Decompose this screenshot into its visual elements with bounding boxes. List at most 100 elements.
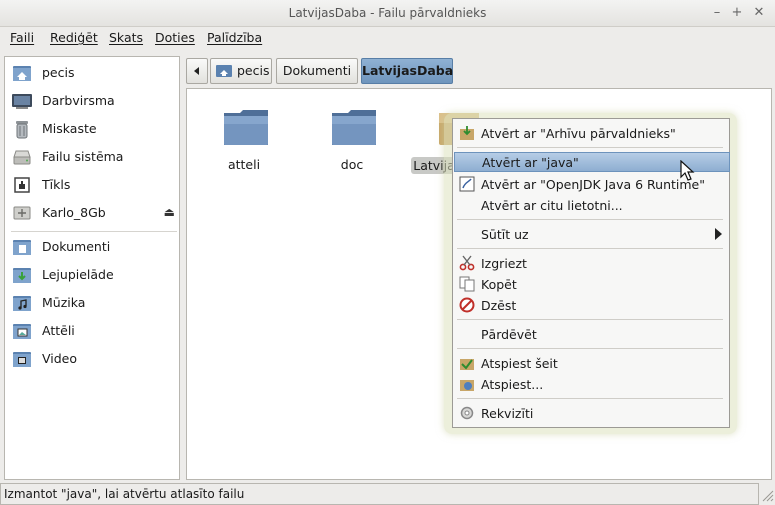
delete-icon [459,297,475,313]
path-segment-latvijasdaba[interactable]: LatvijasDaba [361,58,453,84]
menu-separator [457,348,723,349]
sidebar-item-pecis[interactable]: pecis [11,61,177,85]
menu-item-send-to[interactable]: Sūtīt uz [454,224,728,244]
menu-item-open-archive-manager[interactable]: Atvērt ar "Arhīvu pārvaldnieks" [454,123,728,143]
menu-item-cut[interactable]: Izgriezt [454,253,728,273]
menu-bar: Faili Rediģēt Skats Doties Palīdzība [0,27,775,49]
menu-faili[interactable]: Faili [10,30,34,45]
path-back-button[interactable] [186,58,208,84]
folder-item[interactable]: atteli [199,89,289,179]
close-icon[interactable]: ✕ [750,4,768,22]
sidebar-item-lejupielade[interactable]: Lejupielāde [11,263,177,287]
sidebar-item-darbvirsma[interactable]: Darbvirsma [11,89,177,113]
menu-item-label: Atvērt ar "java" [482,155,579,170]
menu-item-properties[interactable]: Rekvizīti [454,403,728,423]
path-segment-dokumenti[interactable]: Dokumenti [276,58,358,84]
properties-icon [460,406,474,420]
window-title: LatvijasDaba - Failu pārvaldnieks [288,6,487,20]
sidebar-item-video[interactable]: Video [11,347,177,371]
menu-item-label: Kopēt [481,277,517,292]
java-runtime-icon [459,176,475,192]
cut-icon [459,255,475,271]
menu-palidziba[interactable]: Palīdzība [207,30,262,45]
sidebar-item-label: Failu sistēma [42,149,124,164]
extract-here-icon [460,359,474,370]
submenu-arrow-icon [715,228,722,240]
mouse-cursor-icon [680,160,695,181]
menu-skats[interactable]: Skats [109,30,143,45]
sidebar-item-label: Lejupielāde [42,267,114,282]
eject-icon[interactable]: ⏏ [164,205,175,219]
sidebar-item-label: pecis [42,65,75,80]
sidebar-item-atteli[interactable]: Attēli [11,319,177,343]
sidebar-item-karlo-8gb[interactable]: Karlo_8Gb ⏏ [11,201,177,225]
menu-item-extract-here[interactable]: Atspiest šeit [454,353,728,373]
sidebar-item-miskaste[interactable]: Miskaste [11,117,177,141]
network-icon [14,177,30,193]
documents-folder-icon [13,240,31,255]
sidebar-item-label: Attēli [42,323,75,338]
menu-item-copy[interactable]: Kopēt [454,274,728,294]
sidebar-item-label: Darbvirsma [42,93,115,108]
menu-separator [457,147,723,148]
sidebar-item-failu-sistema[interactable]: Failu sistēma [11,145,177,169]
menu-item-rename[interactable]: Pārdēvēt [454,324,728,344]
sidebar: pecis Darbvirsma Miskaste Failu sistēma [4,56,180,480]
title-bar[interactable]: LatvijasDaba - Failu pārvaldnieks – + ✕ [0,0,775,27]
sidebar-item-tikls[interactable]: Tīkls [11,173,177,197]
music-folder-icon [13,296,31,311]
menu-item-open-other[interactable]: Atvērt ar citu lietotni... [454,195,728,215]
drive-icon [13,150,31,165]
home-folder-icon [13,66,31,81]
menu-item-extract[interactable]: Atspiest... [454,374,728,394]
path-segment-label: LatvijasDaba [362,63,454,78]
usb-drive-icon [13,206,31,220]
sidebar-item-muzika[interactable]: Mūzika [11,291,177,315]
sidebar-divider [11,231,177,232]
menu-item-label: Dzēst [481,298,517,313]
sidebar-item-label: Mūzika [42,295,86,310]
minimize-icon[interactable]: – [708,4,726,22]
sidebar-item-label: Video [42,351,78,366]
menu-separator [457,319,723,320]
menu-item-label: Pārdēvēt [481,327,537,342]
folder-icon [332,110,376,145]
menu-item-label: Rekvizīti [481,406,534,421]
resize-grip-icon[interactable] [760,488,774,502]
folder-icon [224,110,268,145]
trash-icon [16,121,28,139]
copy-icon [459,276,475,292]
menu-item-label: Izgriezt [481,256,527,271]
folder-item[interactable]: doc [307,89,397,179]
sidebar-item-label: Dokumenti [42,239,111,254]
menu-item-label: Atspiest... [481,377,544,392]
menu-item-label: Sūtīt uz [481,227,529,242]
file-manager-window: LatvijasDaba - Failu pārvaldnieks – + ✕ … [0,0,775,505]
menu-separator [457,248,723,249]
path-segment-label: pecis [237,63,270,78]
sidebar-item-dokumenti[interactable]: Dokumenti [11,235,177,259]
file-name: doc [340,157,364,172]
downloads-folder-icon [13,268,31,283]
menu-item-label: Atvērt ar "OpenJDK Java 6 Runtime" [481,177,705,192]
menu-item-delete[interactable]: Dzēst [454,295,728,315]
menu-item-label: Atspiest šeit [481,356,558,371]
home-folder-icon [216,65,232,77]
menu-doties[interactable]: Doties [155,30,195,45]
path-segment-pecis[interactable]: pecis [210,58,272,84]
archive-manager-icon [460,126,474,140]
pictures-folder-icon [13,324,31,339]
maximize-icon[interactable]: + [728,4,746,22]
sidebar-item-label: Tīkls [42,177,71,192]
desktop-icon [12,94,32,109]
file-name: atteli [227,157,261,172]
sidebar-item-label: Miskaste [42,121,97,136]
menu-item-label: Atvērt ar citu lietotni... [481,198,623,213]
menu-rediget[interactable]: Rediģēt [50,30,98,45]
menu-separator [457,219,723,220]
status-text: Izmantot "java", lai atvērtu atlasīto fa… [4,487,245,501]
extract-icon [460,380,474,391]
menu-item-label: Atvērt ar "Arhīvu pārvaldnieks" [481,126,676,141]
sidebar-item-label: Karlo_8Gb [42,205,106,220]
status-bar: Izmantot "java", lai atvērtu atlasīto fa… [0,483,759,505]
